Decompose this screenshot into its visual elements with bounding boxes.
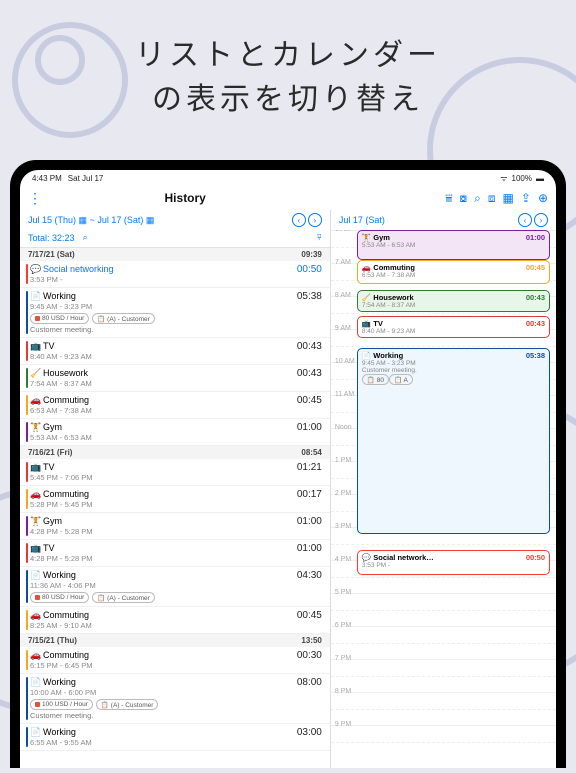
marketing-headline: リストとカレンダー の表示を切り替え — [0, 0, 576, 138]
tag: 80 USD / Hour — [30, 592, 89, 603]
tag: 📋 (A) - Customer — [96, 699, 159, 710]
calendar-scroll[interactable]: 6 AM 7 AM 8 AM 9 AM 10 AM 11 AM Noon 1 PM 2 PM 3 … — [331, 230, 556, 768]
calendar-event[interactable]: 🏋 Gym01:005:53 AM - 6:53 AM — [357, 230, 550, 260]
history-list[interactable]: 7/17/21 (Sat)09:39💬Social networking3:53… — [20, 248, 330, 768]
list-item[interactable]: 🧹Housework7:54 AM - 8:37 AM00:43 — [20, 365, 330, 392]
date-to[interactable]: Jul 17 (Sat) — [97, 215, 143, 225]
calendar-mini-icon[interactable]: ▦ — [79, 215, 88, 225]
hour-label: 10 AM — [335, 358, 355, 365]
list-item[interactable]: 💬Social networking3:53 PM -00:50 — [20, 261, 330, 288]
list-item[interactable]: 📺TV5:45 PM - 7:06 PM01:21 — [20, 459, 330, 486]
list-item[interactable]: 📄Working6:55 AM - 9:55 AM03:00 — [20, 724, 330, 751]
list-item[interactable]: 🏋Gym4:28 PM - 5:28 PM01:00 — [20, 513, 330, 540]
date-range-nav: Jul 15 (Thu) ▦ ~ Jul 17 (Sat) ▦ ‹ › — [20, 210, 330, 230]
hour-label: 8 PM — [335, 688, 351, 695]
calendar-event[interactable]: 💬 Social network…00:503:53 PM - — [357, 550, 550, 575]
barcode-icon[interactable]: ⧈ — [488, 191, 496, 206]
wifi-icon: ᯤ — [500, 173, 507, 184]
list-item[interactable]: 🚗Commuting8:25 AM - 9:10 AM00:45 — [20, 607, 330, 634]
battery-text: 100% — [512, 174, 532, 183]
hour-label: 8 AM — [335, 292, 351, 299]
hour-label: 2 PM — [335, 490, 351, 497]
list-item[interactable]: 📄Working10:00 AM - 6:00 PM100 USD / Hour… — [20, 674, 330, 724]
tag: 100 USD / Hour — [30, 699, 93, 710]
calendar-icon[interactable]: ⧇ — [460, 191, 468, 206]
cal-next-button[interactable]: › — [534, 213, 548, 227]
status-date: Sat Jul 17 — [68, 174, 104, 183]
share-icon[interactable]: ⇪ — [521, 191, 531, 206]
calendar-date-nav: Jul 17 (Sat) ‹ › — [331, 210, 556, 230]
menu-button[interactable]: ⋮ — [28, 190, 42, 207]
filter-icon[interactable]: ⍫ — [316, 232, 321, 243]
tag: 📋 (A) - Customer — [92, 592, 155, 603]
list-item[interactable]: 🚗Commuting5:28 PM - 5:45 PM00:17 — [20, 486, 330, 513]
list-item[interactable]: 🚗Commuting6:53 AM - 7:38 AM00:45 — [20, 392, 330, 419]
list-item[interactable]: 🏋Gym5:53 AM - 6:53 AM01:00 — [20, 419, 330, 446]
search-icon[interactable]: ⌕ — [474, 191, 481, 206]
calendar-event[interactable]: 📄 Working05:389:45 AM - 3:23 PMCustomer … — [357, 348, 550, 534]
hour-label: 7 AM — [335, 259, 351, 266]
summary-row: Total: 32:23 ⌕ ⍫ — [20, 230, 330, 248]
app-toolbar: ⋮ History ⩸ ⧇ ⌕ ⧈ ▦ ⇪ ⊕ — [20, 186, 556, 210]
tablet-frame: 4:43 PM Sat Jul 17 ᯤ 100% ▬ ⋮ History ⩸ … — [10, 160, 566, 768]
grid-icon[interactable]: ▦ — [503, 191, 514, 206]
list-item[interactable]: 📺TV4:28 PM - 5:28 PM01:00 — [20, 540, 330, 567]
status-time: 4:43 PM — [32, 174, 62, 183]
search-mini-icon[interactable]: ⌕ — [83, 232, 88, 243]
day-header: 7/17/21 (Sat)09:39 — [20, 248, 330, 261]
list-pane: Jul 15 (Thu) ▦ ~ Jul 17 (Sat) ▦ ‹ › Tota… — [20, 210, 331, 768]
tag: 📋 (A) - Customer — [92, 313, 155, 324]
hour-label: 11 AM — [335, 391, 354, 398]
calendar-date[interactable]: Jul 17 (Sat) — [339, 215, 385, 225]
next-button[interactable]: › — [308, 213, 322, 227]
battery-icon: ▬ — [536, 174, 544, 183]
hour-label: 7 PM — [335, 655, 351, 662]
list-item[interactable]: 📺TV8:40 AM - 9:23 AM00:43 — [20, 338, 330, 365]
hour-label: 9 AM — [335, 325, 351, 332]
list-icon[interactable]: ⩸ — [445, 191, 452, 206]
hour-label: 3 PM — [335, 523, 351, 530]
day-header: 7/15/21 (Thu)13:50 — [20, 634, 330, 647]
add-icon[interactable]: ⊕ — [538, 191, 548, 206]
calendar-mini-icon[interactable]: ▦ — [146, 215, 155, 225]
screen: 4:43 PM Sat Jul 17 ᯤ 100% ▬ ⋮ History ⩸ … — [20, 170, 556, 768]
calendar-event[interactable]: 🧹 Housework00:437:54 AM - 8:37 AM — [357, 290, 550, 312]
list-item[interactable]: 📄Working11:36 AM - 4:06 PM80 USD / Hour📋… — [20, 567, 330, 607]
page-title: History — [50, 191, 320, 205]
tag: 80 USD / Hour — [30, 313, 89, 324]
cal-prev-button[interactable]: ‹ — [518, 213, 532, 227]
status-bar: 4:43 PM Sat Jul 17 ᯤ 100% ▬ — [20, 170, 556, 186]
list-item[interactable]: 📄Working9:45 AM - 3:23 PM80 USD / Hour📋 … — [20, 288, 330, 338]
calendar-event[interactable]: 🚗 Commuting00:456:53 AM - 7:38 AM — [357, 260, 550, 284]
hour-label: 6 AM — [335, 230, 351, 233]
hour-label: 6 PM — [335, 622, 351, 629]
calendar-event[interactable]: 📺 TV00:438:40 AM - 9:23 AM — [357, 316, 550, 338]
hour-label: 4 PM — [335, 556, 351, 563]
hour-label: 9 PM — [335, 721, 351, 728]
prev-button[interactable]: ‹ — [292, 213, 306, 227]
calendar-pane: Jul 17 (Sat) ‹ › 6 AM 7 AM 8 AM 9 AM 10 AM 11… — [331, 210, 556, 768]
list-item[interactable]: 🚗Commuting6:15 PM - 6:45 PM00:30 — [20, 647, 330, 674]
date-from[interactable]: Jul 15 (Thu) — [28, 215, 76, 225]
day-header: 7/16/21 (Fri)08:54 — [20, 446, 330, 459]
hour-label: 1 PM — [335, 457, 351, 464]
hour-label: 5 PM — [335, 589, 351, 596]
hour-label: Noon — [335, 424, 352, 431]
